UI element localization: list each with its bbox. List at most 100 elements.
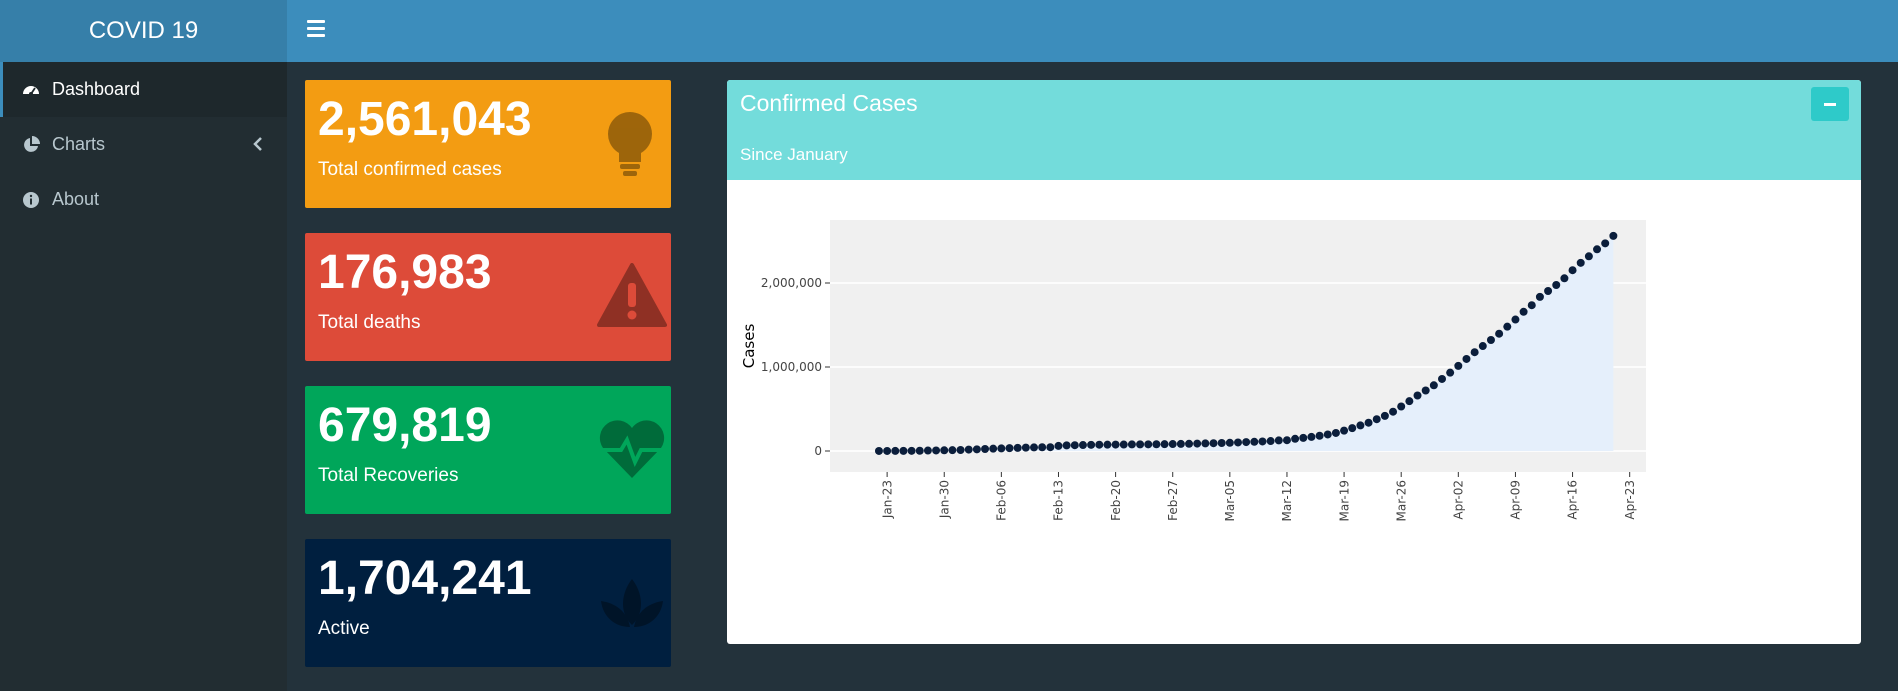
data-point [1201, 439, 1210, 448]
x-tick-label: Mar-05 [1223, 480, 1237, 521]
data-point [1030, 443, 1038, 452]
data-point [1315, 431, 1324, 440]
sidebar-item-dashboard[interactable]: Dashboard [0, 62, 287, 117]
data-point [1348, 424, 1357, 433]
sidebar-item-charts[interactable]: Charts [0, 117, 287, 172]
stat-box-deaths: 176,983 Total deaths [305, 233, 671, 361]
dashboard-icon [20, 79, 42, 101]
data-point [1340, 426, 1349, 435]
data-point [948, 446, 957, 455]
app-logo[interactable]: COVID 19 [0, 0, 287, 62]
data-point [1250, 437, 1259, 446]
top-navbar [287, 0, 1898, 62]
data-point [1364, 418, 1373, 427]
confirmed-cases-panel: Confirmed Cases Since January 0 1,000,000… [727, 80, 1861, 644]
data-point [1266, 437, 1275, 446]
data-point [964, 445, 973, 454]
y-tick-label: 1,000,000 [761, 360, 822, 374]
data-point [1152, 440, 1161, 449]
data-point [915, 446, 924, 455]
x-tick-label: Feb-06 [995, 480, 1009, 521]
data-point [1038, 443, 1047, 452]
data-point [1176, 439, 1185, 448]
data-point [1282, 436, 1291, 445]
x-tick-label: Jan-30 [937, 480, 951, 519]
data-point [956, 445, 965, 454]
stat-value: 2,561,043 [318, 93, 532, 146]
data-point [1544, 286, 1553, 295]
data-point [1486, 335, 1495, 344]
sidebar-toggle-icon[interactable] [307, 20, 325, 40]
y-axis-label: Cases [740, 324, 758, 369]
data-point [1136, 440, 1145, 449]
stat-value: 176,983 [318, 246, 492, 299]
data-point [1356, 421, 1365, 430]
data-point [1380, 411, 1389, 420]
data-point [1323, 430, 1332, 439]
data-point [1511, 315, 1520, 324]
data-point [899, 446, 908, 455]
data-point [891, 446, 900, 455]
stat-value: 679,819 [318, 399, 492, 452]
data-point [997, 444, 1006, 453]
data-point [1046, 443, 1055, 452]
x-tick-label: Jan-23 [880, 480, 894, 519]
data-point [1609, 231, 1618, 240]
sidebar-item-about[interactable]: About [0, 172, 287, 227]
data-point [1021, 443, 1030, 452]
data-point [1560, 274, 1569, 283]
data-point [1160, 440, 1169, 449]
info-icon [20, 189, 42, 211]
stat-value: 1,704,241 [318, 552, 532, 605]
data-point [1397, 402, 1406, 411]
data-point [1111, 440, 1120, 449]
data-point [1535, 292, 1544, 301]
data-point [883, 446, 892, 455]
data-point [1593, 245, 1602, 254]
sidebar-item-label: Charts [52, 134, 106, 154]
x-tick-label: Apr-16 [1566, 480, 1580, 520]
data-point [1144, 440, 1153, 449]
stat-box-active: 1,704,241 Active [305, 539, 671, 667]
stat-label: Total confirmed cases [318, 159, 502, 180]
data-point [1258, 437, 1267, 446]
stat-box-confirmed: 2,561,043 Total confirmed cases [305, 80, 671, 208]
data-point [1291, 434, 1300, 443]
sidebar: Dashboard Charts About [0, 62, 287, 691]
data-point [1307, 432, 1316, 441]
x-tick-label: Mar-19 [1337, 480, 1351, 521]
warning-icon [597, 261, 667, 331]
data-point [1209, 439, 1218, 448]
x-tick-label: Apr-23 [1623, 480, 1637, 520]
data-point [1168, 440, 1177, 449]
data-point [972, 445, 981, 454]
data-point [1601, 239, 1610, 248]
data-point [1405, 397, 1414, 406]
confirmed-cases-chart[interactable]: 0 1,000,000 2,000,000 Jan-23 Jan-30 Feb-06 Feb… [727, 180, 1861, 644]
y-tick-label: 2,000,000 [761, 276, 822, 290]
data-point [1503, 322, 1512, 331]
collapse-button[interactable] [1811, 87, 1849, 121]
stat-label: Total deaths [318, 312, 421, 333]
data-point [940, 446, 949, 455]
data-point [1438, 374, 1446, 383]
data-point [1119, 440, 1128, 449]
data-point [1470, 348, 1479, 357]
data-point [1193, 439, 1202, 448]
data-point [1584, 252, 1593, 261]
leaf-icon [597, 567, 667, 637]
data-point [1299, 433, 1308, 442]
data-point [1413, 391, 1422, 400]
data-point [1389, 407, 1398, 416]
stat-box-recoveries: 679,819 Total Recoveries [305, 386, 671, 514]
x-tick-label: Feb-13 [1052, 480, 1066, 521]
data-point [1495, 329, 1504, 338]
chevron-left-icon[interactable] [253, 135, 263, 156]
panel-subtitle: Since January [740, 145, 848, 164]
data-point [1095, 440, 1104, 449]
data-point [1087, 440, 1096, 449]
y-tick-label: 0 [814, 444, 822, 458]
data-point [1054, 441, 1063, 450]
heartbeat-icon [597, 414, 667, 484]
data-point [1274, 436, 1283, 445]
